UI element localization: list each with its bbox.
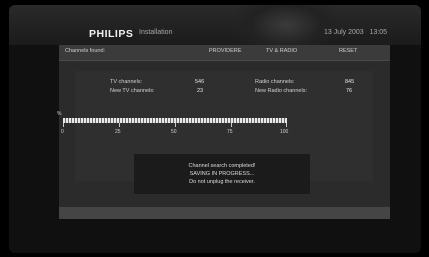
tick-label-25: 25 [115, 129, 121, 135]
tick-0 [63, 123, 64, 127]
brand-logo: PHILIPS [89, 28, 134, 40]
footer-bar [59, 207, 390, 219]
radio-channels-value: 845 [345, 79, 355, 85]
message-line-1: Channel search completed! [188, 163, 256, 169]
tab-providere[interactable]: PROVIDERE [209, 48, 241, 54]
new-tv-channels-value: 23 [197, 88, 204, 94]
percent-symbol: % [57, 111, 62, 117]
page-title: Installation [139, 29, 173, 36]
tick-label-100: 100 [280, 129, 289, 135]
tick-50 [175, 123, 176, 127]
tab-reset[interactable]: RESET [339, 48, 357, 54]
tick-label-50: 50 [171, 129, 177, 135]
tick-label-75: 75 [227, 129, 233, 135]
tv-screen: PHILIPS Installation 13 July 2003 13:05 … [9, 5, 421, 253]
datetime: 13 July 2003 13:05 [324, 29, 387, 36]
status-message-box: Channel search completed! SAVING IN PROG… [134, 154, 310, 194]
tick-25 [119, 123, 120, 127]
new-tv-channels-label: New TV channels: [110, 88, 155, 94]
new-radio-channels-value: 76 [346, 88, 353, 94]
date-label: 13 July 2003 [324, 29, 364, 36]
time-label: 13:05 [369, 29, 388, 36]
new-radio-channels-label: New Radio channels: [255, 88, 307, 94]
message-line-3: Do not unplug the receiver. [189, 179, 255, 185]
tab-tv-radio[interactable]: TV & RADIO [266, 48, 297, 54]
tab-bar: Channels found: PROVIDERE TV & RADIO RES… [59, 45, 390, 61]
tick-75 [231, 123, 232, 127]
channels-found-label: Channels found: [65, 48, 106, 54]
tick-label-0: 0 [61, 129, 64, 135]
radio-channels-label: Radio channels: [255, 79, 295, 85]
tick-100 [286, 123, 287, 127]
header-bar: PHILIPS Installation 13 July 2003 13:05 [9, 5, 421, 57]
message-line-2: SAVING IN PROGRESS... [189, 171, 255, 177]
tv-channels-value: 546 [195, 79, 205, 85]
tv-channels-label: TV channels: [110, 79, 143, 85]
